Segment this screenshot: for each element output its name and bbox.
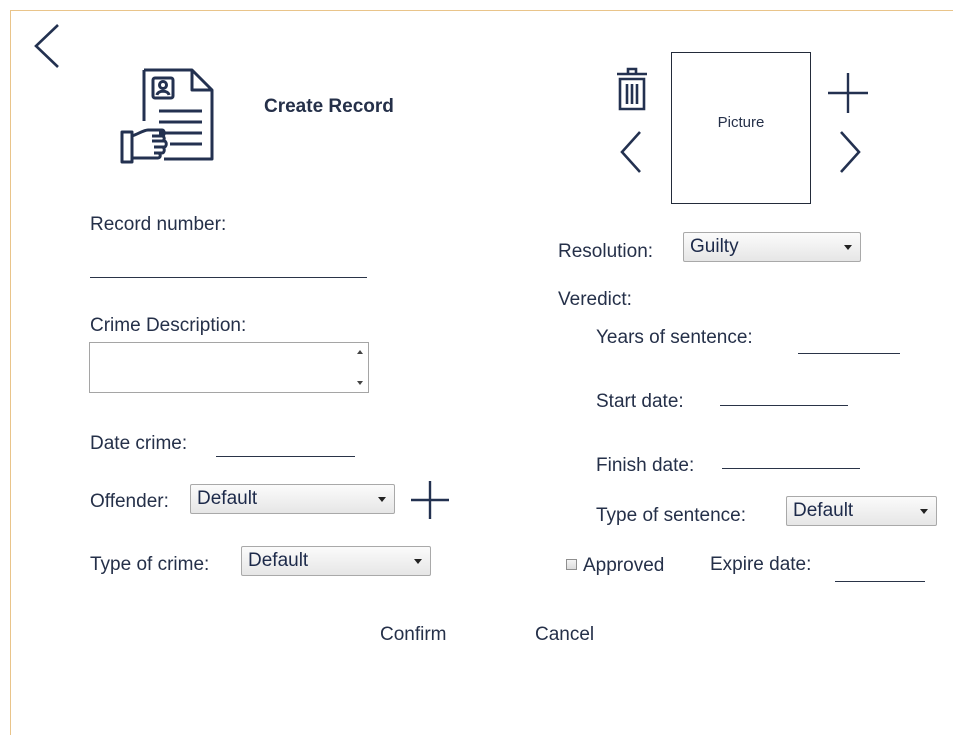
- type-of-sentence-select[interactable]: Default: [786, 496, 937, 526]
- years-of-sentence-field[interactable]: [798, 353, 900, 354]
- chevron-down-icon: [920, 509, 928, 514]
- expire-date-label: Expire date:: [710, 554, 812, 575]
- document-in-hand-icon: [120, 68, 214, 164]
- previous-picture-chevron-icon[interactable]: [619, 130, 643, 174]
- back-chevron-icon[interactable]: [30, 22, 64, 70]
- next-picture-chevron-icon[interactable]: [838, 130, 862, 174]
- approved-checkbox[interactable]: [566, 559, 577, 570]
- scroll-up-icon[interactable]: [355, 347, 365, 357]
- add-offender-plus-icon[interactable]: [410, 480, 450, 520]
- crime-description-label: Crime Description:: [90, 315, 247, 336]
- expire-date-field[interactable]: [835, 581, 925, 582]
- years-of-sentence-label: Years of sentence:: [596, 327, 753, 348]
- picture-label: Picture: [717, 113, 765, 131]
- resolution-selected-value: Guilty: [690, 236, 739, 257]
- cancel-button[interactable]: Cancel: [535, 624, 594, 646]
- start-date-field[interactable]: [720, 405, 848, 406]
- approved-label: Approved: [583, 555, 665, 576]
- crime-description-textarea[interactable]: [89, 342, 369, 393]
- type-of-sentence-label: Type of sentence:: [596, 505, 746, 526]
- date-crime-field[interactable]: [216, 456, 355, 457]
- chevron-down-icon: [844, 245, 852, 250]
- offender-selected-value: Default: [197, 488, 258, 509]
- resolution-select[interactable]: Guilty: [683, 232, 861, 262]
- resolution-label: Resolution:: [558, 241, 654, 262]
- trash-icon[interactable]: [615, 67, 649, 111]
- finish-date-field[interactable]: [722, 468, 860, 469]
- chevron-down-icon: [414, 559, 422, 564]
- type-of-crime-selected-value: Default: [248, 550, 309, 571]
- offender-label: Offender:: [90, 491, 169, 512]
- confirm-button[interactable]: Confirm: [380, 624, 447, 646]
- chevron-down-icon: [378, 497, 386, 502]
- page-title: Create Record: [264, 96, 394, 117]
- finish-date-label: Finish date:: [596, 455, 695, 476]
- type-of-crime-label: Type of crime:: [90, 554, 210, 575]
- record-number-field[interactable]: [90, 277, 367, 278]
- picture-placeholder: Picture: [671, 52, 811, 204]
- veredict-label: Veredict:: [558, 289, 632, 310]
- type-of-sentence-selected-value: Default: [793, 500, 854, 521]
- type-of-crime-select[interactable]: Default: [241, 546, 431, 576]
- scroll-down-icon[interactable]: [355, 378, 365, 388]
- record-number-label: Record number:: [90, 214, 227, 235]
- date-crime-label: Date crime:: [90, 433, 188, 454]
- add-picture-plus-icon[interactable]: [827, 72, 869, 114]
- offender-select[interactable]: Default: [190, 484, 395, 514]
- start-date-label: Start date:: [596, 391, 684, 412]
